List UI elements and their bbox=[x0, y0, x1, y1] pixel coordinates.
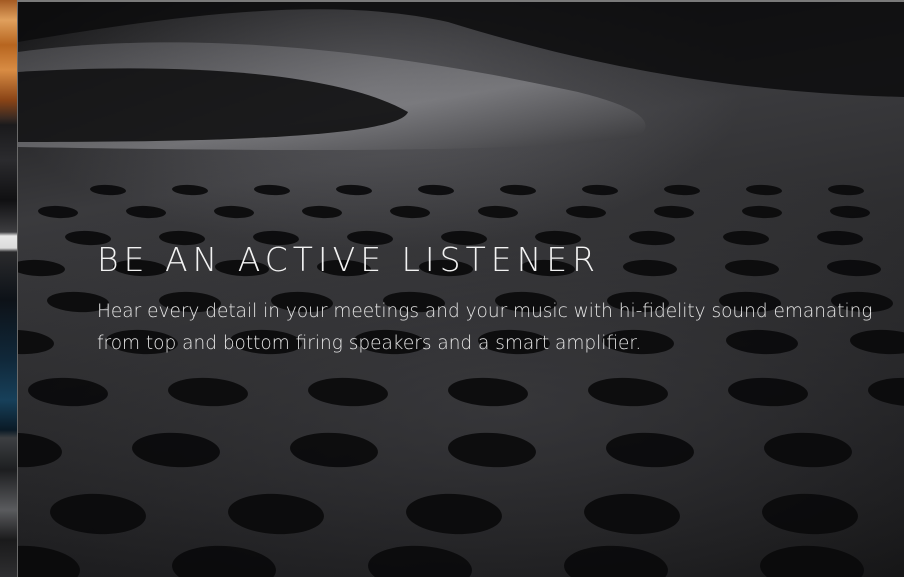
grille-hole bbox=[172, 545, 276, 577]
grille-hole bbox=[764, 432, 852, 468]
grille-hole bbox=[18, 432, 62, 468]
grille-hole bbox=[500, 184, 536, 196]
grille-hole bbox=[126, 205, 166, 219]
grille-hole bbox=[623, 259, 677, 277]
speaker-grille-graphic bbox=[18, 2, 904, 577]
grille-hole bbox=[418, 184, 454, 196]
grille-hole bbox=[723, 230, 769, 246]
body-copy: Hear every detail in your meetings and y… bbox=[97, 301, 873, 354]
grille-hole bbox=[868, 377, 904, 407]
grille-hole bbox=[654, 205, 694, 219]
grille-hole bbox=[629, 230, 675, 246]
speaker-grille-image: BE AN ACTIVE LISTENER Hear every detail … bbox=[18, 2, 904, 577]
grille-hole bbox=[746, 184, 782, 196]
grille-hole bbox=[90, 184, 126, 196]
headline: BE AN ACTIVE LISTENER bbox=[97, 240, 601, 279]
grille-hole bbox=[168, 377, 248, 407]
grille-hole bbox=[18, 329, 54, 355]
grille-hole bbox=[728, 377, 808, 407]
grille-hole bbox=[448, 432, 536, 468]
grille-hole bbox=[830, 205, 870, 219]
hero-banner: BE AN ACTIVE LISTENER Hear every detail … bbox=[0, 0, 904, 577]
grille-hole bbox=[172, 184, 208, 196]
grille-hole bbox=[564, 545, 668, 577]
grille-hole bbox=[827, 259, 881, 277]
grille-hole bbox=[606, 432, 694, 468]
grille-hole bbox=[742, 205, 782, 219]
grille-hole bbox=[566, 205, 606, 219]
grille-hole bbox=[406, 493, 502, 535]
grille-hole bbox=[762, 493, 858, 535]
grille-hole bbox=[584, 493, 680, 535]
previous-slide-edge[interactable] bbox=[0, 0, 18, 577]
grille-hole bbox=[828, 184, 864, 196]
grille-hole bbox=[28, 377, 108, 407]
grille-hole bbox=[50, 493, 146, 535]
grille-hole bbox=[588, 377, 668, 407]
grille-hole bbox=[336, 184, 372, 196]
grille-hole bbox=[18, 259, 65, 277]
grille-hole bbox=[817, 230, 863, 246]
grille-hole bbox=[760, 545, 864, 577]
grille-hole bbox=[368, 545, 472, 577]
grille-hole bbox=[390, 205, 430, 219]
grille-hole bbox=[18, 545, 80, 577]
grille-hole bbox=[478, 205, 518, 219]
grille-hole bbox=[214, 205, 254, 219]
grille-hole bbox=[582, 184, 618, 196]
grille-hole bbox=[308, 377, 388, 407]
grille-hole bbox=[38, 205, 78, 219]
grille-hole bbox=[725, 259, 779, 277]
grille-hole bbox=[290, 432, 378, 468]
grille-hole bbox=[228, 493, 324, 535]
grille-hole bbox=[664, 184, 700, 196]
grille-hole bbox=[254, 184, 290, 196]
grille-hole bbox=[132, 432, 220, 468]
grille-hole bbox=[448, 377, 528, 407]
grille-hole bbox=[302, 205, 342, 219]
